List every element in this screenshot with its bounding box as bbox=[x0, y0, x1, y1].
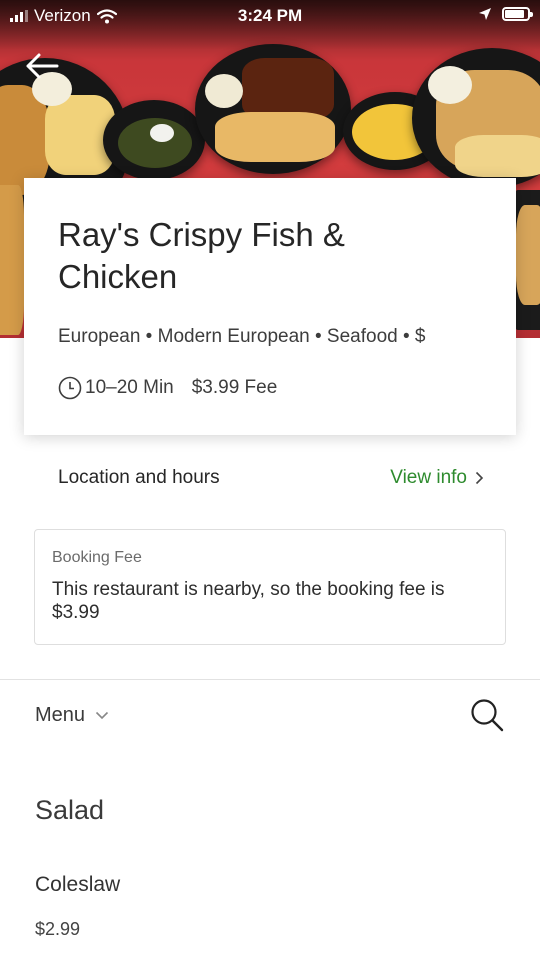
egg bbox=[150, 124, 174, 142]
delivery-fee: $3.99 Fee bbox=[191, 377, 278, 398]
chevron-down-icon bbox=[95, 711, 109, 719]
restaurant-name: Ray's Crispy Fish & Chicken bbox=[58, 216, 345, 295]
menu-item-price: $2.99 bbox=[35, 919, 81, 939]
booking-fee-notice: Booking Fee This restaurant is nearby, s… bbox=[34, 529, 506, 645]
view-info-link[interactable]: View info bbox=[390, 467, 484, 489]
clock-icon bbox=[58, 376, 82, 400]
location-arrow-icon bbox=[479, 8, 491, 20]
view-info-label: View info bbox=[390, 467, 467, 488]
location-hours-row[interactable]: Location and hours View info bbox=[58, 464, 484, 492]
waffle bbox=[0, 185, 24, 335]
menu-section-title: Salad bbox=[35, 795, 105, 825]
menu-dropdown[interactable]: Menu bbox=[35, 704, 109, 727]
chevron-right-icon bbox=[475, 471, 484, 485]
sauce-cup bbox=[205, 74, 243, 108]
cuisine-tags: European • Modern European • Seafood • $ bbox=[58, 326, 426, 347]
fries bbox=[455, 135, 540, 177]
divider bbox=[0, 679, 540, 680]
fried-chicken bbox=[516, 205, 540, 305]
restaurant-info-card: Ray's Crispy Fish & Chicken European • M… bbox=[24, 178, 516, 435]
ribs bbox=[242, 58, 334, 120]
location-label: Location and hours bbox=[58, 467, 220, 488]
menu-item-name[interactable]: Coleslaw bbox=[35, 873, 120, 897]
delivery-meta: 10–20 Min $3.99 Fee bbox=[58, 376, 482, 400]
delivery-time: 10–20 Min bbox=[85, 377, 174, 398]
status-right bbox=[478, 7, 533, 21]
status-time: 3:24 PM bbox=[237, 6, 303, 25]
status-bar: Verizon 3:24 PM bbox=[0, 0, 540, 34]
booking-fee-text: This restaurant is nearby, so the bookin… bbox=[52, 579, 445, 623]
menu-bar: Menu bbox=[35, 695, 504, 735]
arrow-left-icon[interactable] bbox=[24, 52, 60, 80]
fries bbox=[215, 112, 335, 162]
battery-fill bbox=[505, 10, 524, 18]
battery-icon bbox=[502, 7, 533, 21]
search-icon[interactable] bbox=[470, 698, 504, 732]
sauce-cup bbox=[428, 66, 472, 104]
booking-fee-label: Booking Fee bbox=[52, 549, 142, 566]
menu-label: Menu bbox=[35, 703, 86, 726]
